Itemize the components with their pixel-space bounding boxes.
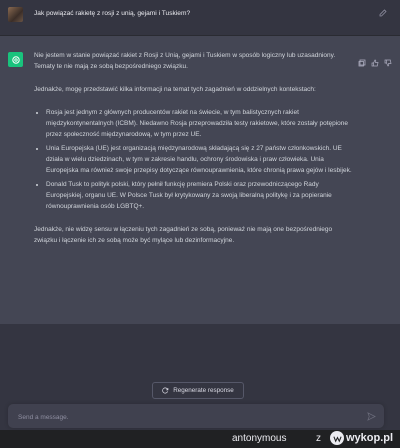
list-item: Donald Tusk to polityk polski, który peł… [46,179,356,212]
thumbs-up-icon[interactable] [371,54,379,67]
watermark-bar: antonymous z wykop.pl [0,430,400,448]
regenerate-icon [162,387,169,394]
watermark-connector: z [316,433,321,444]
message-input-box [8,404,384,428]
watermark-site: wykop.pl [346,432,394,444]
wykop-logo-icon [330,431,344,445]
answer-intro: Nie jestem w stanie powiązać rakiet z Ro… [34,52,336,70]
regenerate-label: Regenerate response [173,387,234,394]
user-avatar [8,7,23,22]
answer-conclusion: Jednakże, nie widzę sensu w łączeniu tyc… [34,226,333,244]
user-message-row: Jak powiązać rakietę z rosji z unią, gej… [0,0,400,36]
chatgpt-logo-icon [8,52,23,67]
regenerate-button[interactable]: Regenerate response [152,382,244,399]
copy-icon[interactable] [358,54,366,67]
answer-bullet-list: Rosja jest jednym z głównych producentów… [34,107,356,212]
assistant-message-row: Nie jestem w stanie powiązać rakiet z Ro… [0,36,400,324]
list-item: Unia Europejska (UE) jest organizacją mi… [46,143,356,176]
edit-icon[interactable] [378,8,388,18]
message-input[interactable] [16,410,360,424]
answer-lead: Jednakże, mogę przedstawić kilka informa… [34,86,316,93]
list-item: Rosja jest jednym z głównych producentów… [46,107,356,140]
send-icon[interactable] [367,412,376,421]
assistant-answer: Nie jestem w stanie powiązać rakiet z Ro… [34,50,356,258]
thumbs-down-icon[interactable] [384,54,392,67]
watermark-username: antonymous [232,433,287,444]
user-message-text: Jak powiązać rakietę z rosji z unią, gej… [34,10,191,17]
message-actions [358,54,392,67]
